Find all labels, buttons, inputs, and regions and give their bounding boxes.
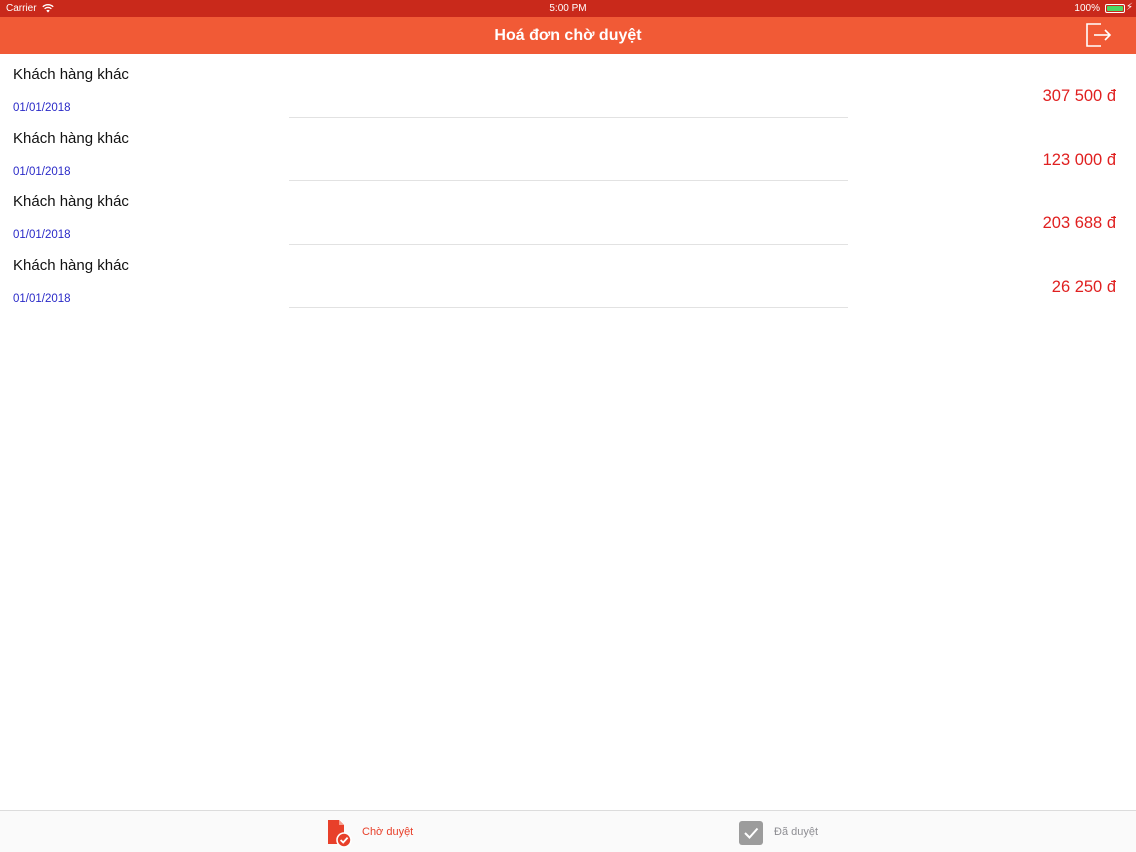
customer-name: Khách hàng khác bbox=[13, 66, 129, 83]
charging-icon: ⚡ bbox=[1125, 2, 1133, 13]
navigation-bar: Hoá đơn chờ duyệt bbox=[0, 17, 1136, 54]
invoice-date: 01/01/2018 bbox=[13, 102, 71, 114]
tab-bar: Chờ duyệt Đã duyệt bbox=[0, 810, 1136, 852]
tab-pending[interactable]: Chờ duyệt bbox=[322, 811, 462, 852]
invoice-date: 01/01/2018 bbox=[13, 165, 71, 178]
tab-pending-label: Chờ duyệt bbox=[362, 826, 414, 838]
invoice-row[interactable]: Khách hàng khác 01/01/2018 123 000 đ bbox=[0, 118, 1136, 182]
customer-name: Khách hàng khác bbox=[13, 256, 129, 274]
tab-approved[interactable]: Đã duyệt bbox=[734, 811, 874, 852]
pending-document-icon bbox=[324, 818, 354, 848]
tab-approved-label: Đã duyệt bbox=[774, 826, 819, 838]
screen: Carrier 5:00 PM 100% ⚡ Hoá đơn chờ duyệt… bbox=[0, 0, 1136, 852]
customer-name: Khách hàng khác bbox=[13, 129, 129, 147]
checkbox-checked-icon bbox=[736, 818, 766, 848]
invoice-list: Khách hàng khác 01/01/2018 307 500 đ Khá… bbox=[0, 54, 1136, 309]
customer-name: Khách hàng khác bbox=[13, 193, 129, 211]
invoice-amount: 203 688 đ bbox=[1042, 214, 1116, 233]
invoice-row[interactable]: Khách hàng khác 01/01/2018 26 250 đ bbox=[0, 245, 1136, 309]
invoice-amount: 123 000 đ bbox=[1042, 150, 1116, 169]
battery-icon bbox=[1105, 4, 1125, 13]
invoice-row[interactable]: Khách hàng khác 01/01/2018 307 500 đ bbox=[0, 54, 1136, 118]
invoice-amount: 26 250 đ bbox=[1051, 277, 1116, 296]
clock: 5:00 PM bbox=[549, 3, 587, 14]
battery-percentage: 100% bbox=[1074, 3, 1100, 14]
page-title: Hoá đơn chờ duyệt bbox=[494, 27, 642, 44]
invoice-amount: 307 500 đ bbox=[1042, 87, 1116, 105]
invoice-date: 01/01/2018 bbox=[13, 229, 71, 242]
logout-icon bbox=[1086, 23, 1112, 47]
invoice-row[interactable]: Khách hàng khác 01/01/2018 203 688 đ bbox=[0, 181, 1136, 245]
status-bar: Carrier 5:00 PM 100% ⚡ bbox=[0, 0, 1136, 17]
row-divider bbox=[289, 307, 848, 309]
logout-button[interactable] bbox=[1084, 21, 1112, 49]
invoice-date: 01/01/2018 bbox=[13, 292, 71, 305]
